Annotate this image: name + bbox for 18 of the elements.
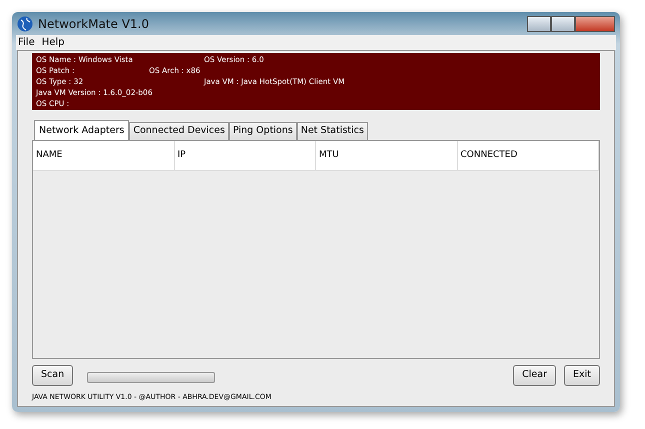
column-header[interactable]: IP <box>174 141 316 170</box>
menu-item[interactable]: File <box>18 35 35 50</box>
tab[interactable]: Connected Devices <box>129 122 229 140</box>
window-title: NetworkMate V1.0 <box>38 16 150 32</box>
window-button[interactable]: Clear <box>513 365 556 386</box>
column-header[interactable]: NAME <box>33 141 174 170</box>
tab[interactable]: Network Adapters <box>34 120 130 140</box>
scan-button[interactable]: Scan <box>32 365 74 386</box>
column-header[interactable]: MTU <box>316 141 458 170</box>
menu-item[interactable]: Help <box>42 35 65 50</box>
window-button[interactable]: Exit <box>564 365 600 386</box>
close-button[interactable] <box>575 16 615 32</box>
minimize-button[interactable] <box>527 16 551 32</box>
tab[interactable]: Ping Options <box>228 122 297 140</box>
globe-icon <box>17 16 33 32</box>
maximize-button[interactable] <box>551 16 575 32</box>
column-header[interactable]: CONNECTED <box>458 141 599 170</box>
tab[interactable]: Net Statistics <box>296 122 368 140</box>
